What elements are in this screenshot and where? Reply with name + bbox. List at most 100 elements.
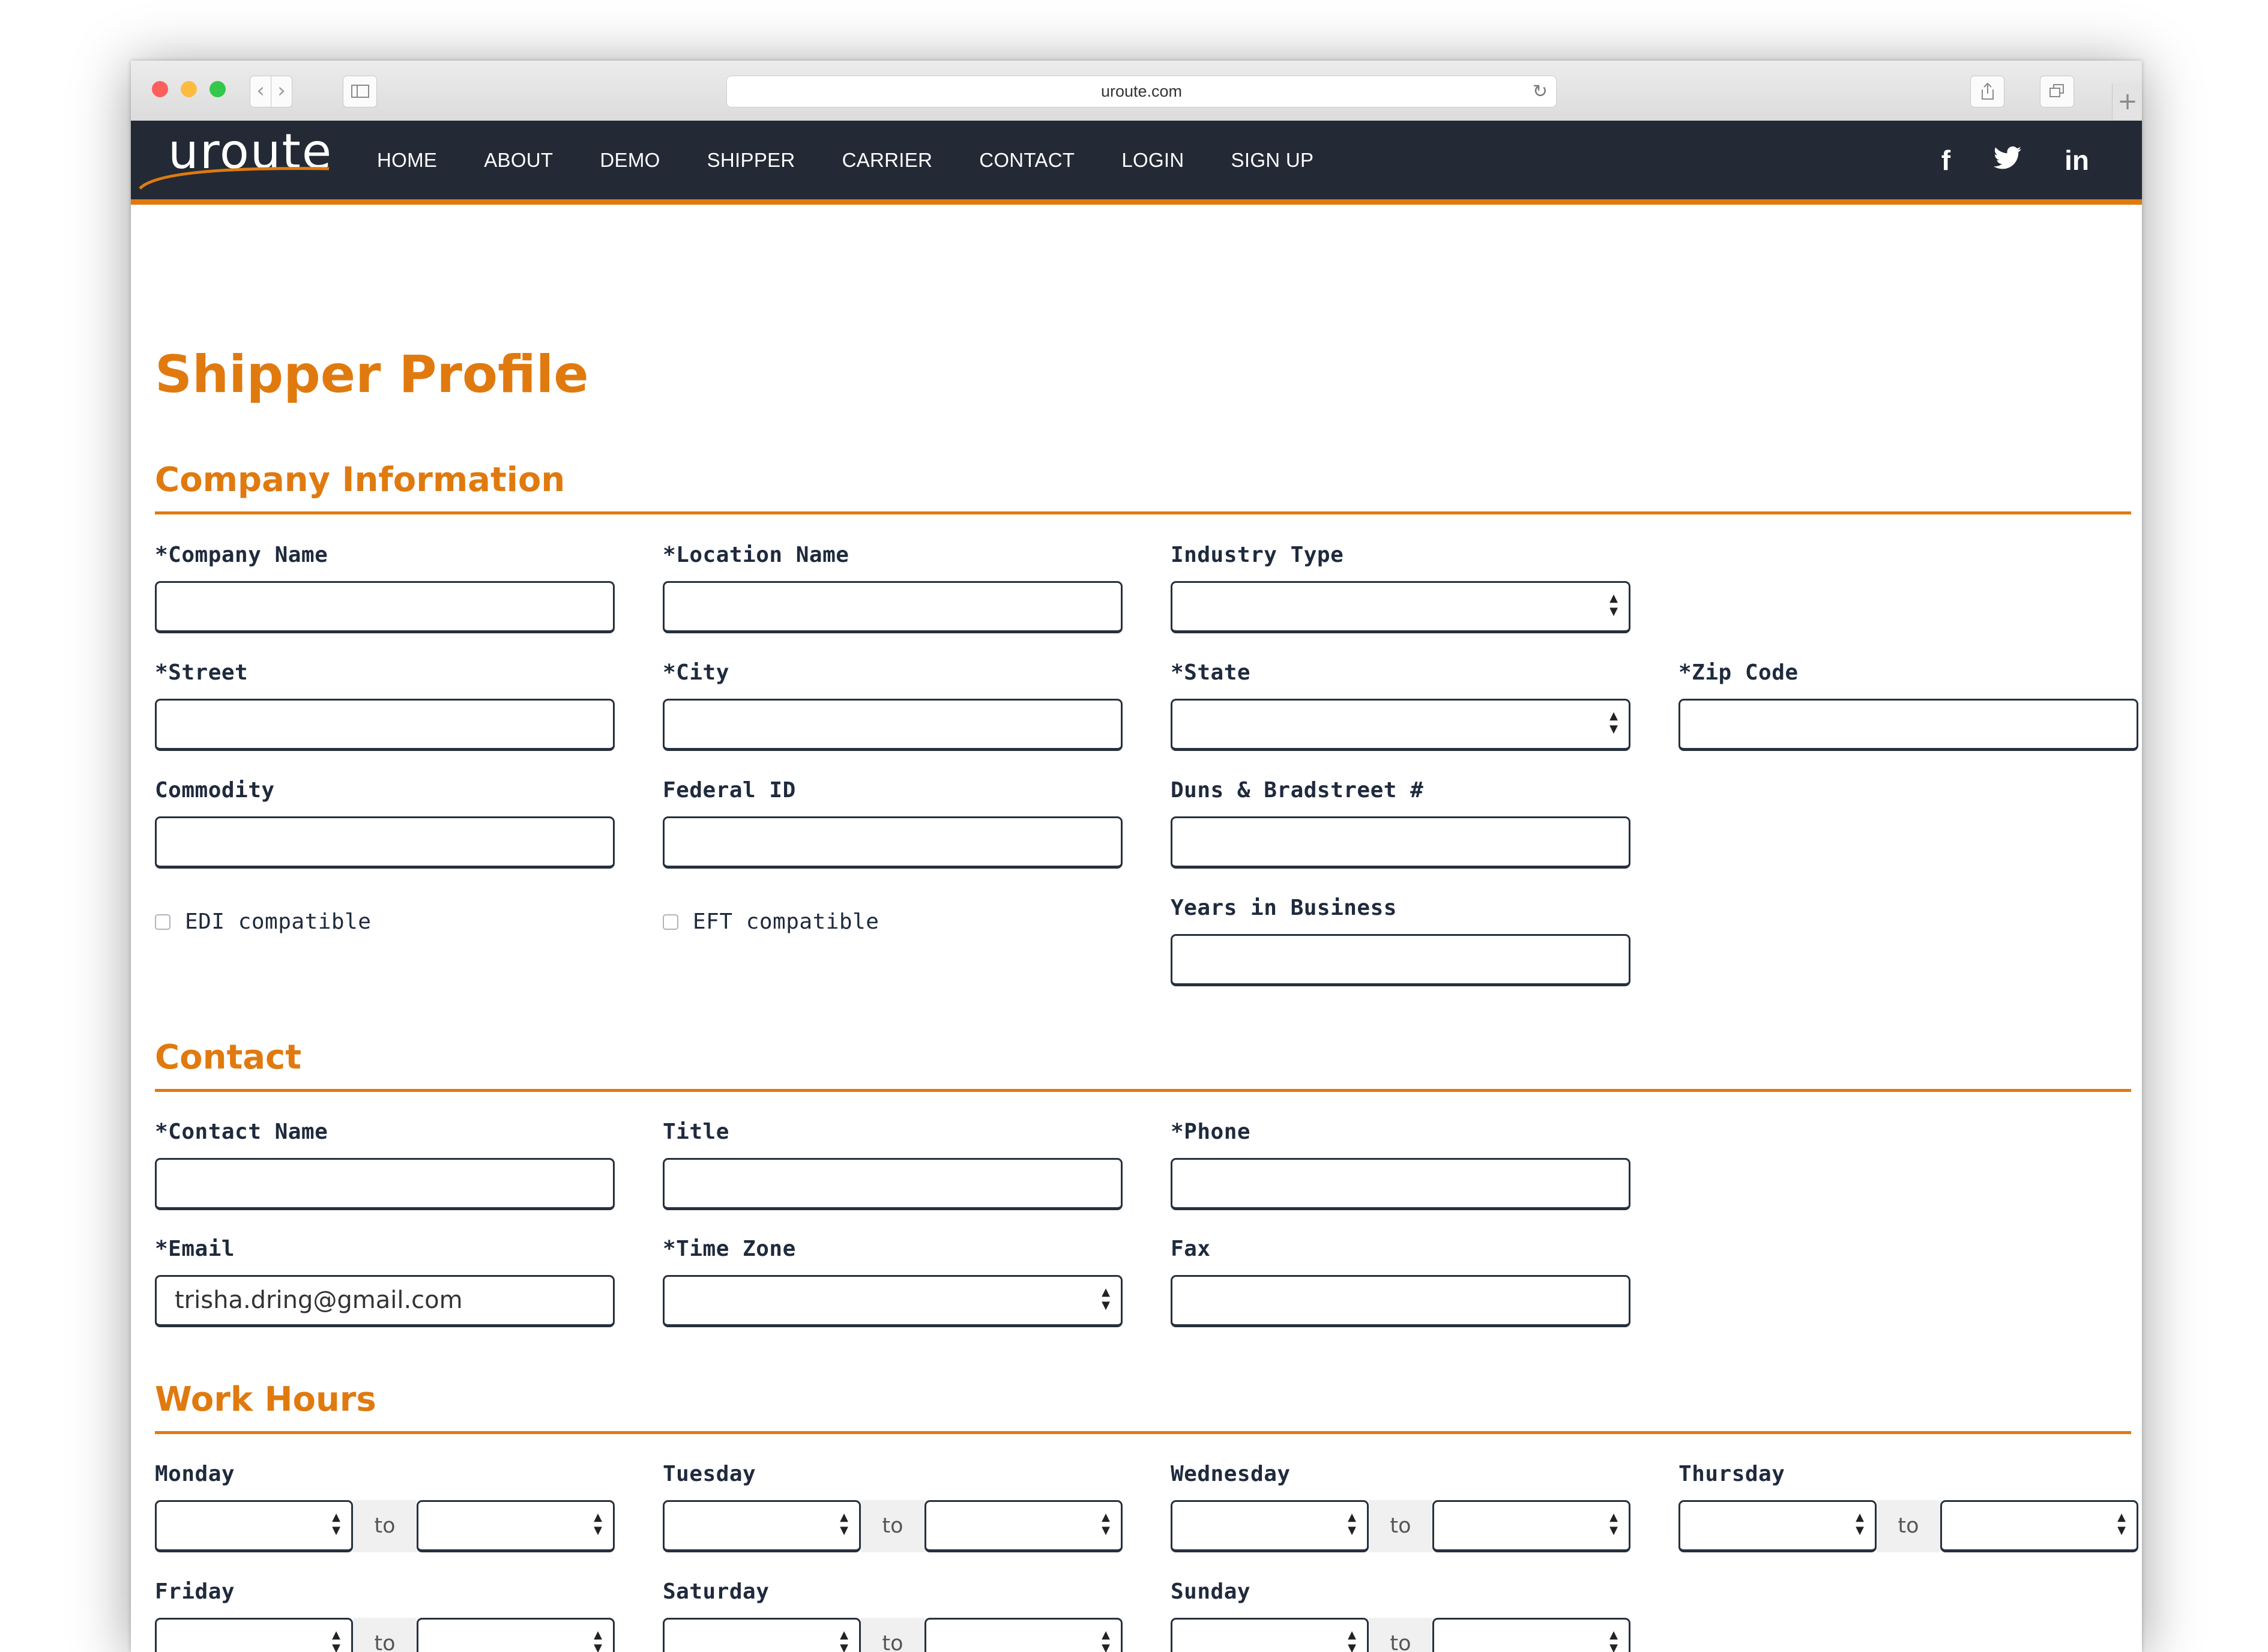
federal-id-input[interactable] xyxy=(663,816,1123,869)
commodity-input[interactable] xyxy=(155,816,615,869)
reload-icon[interactable]: ↻ xyxy=(1533,76,1548,107)
zip-code-input[interactable] xyxy=(1678,699,2138,751)
browser-toolbar: ‹ › uroute.com ↻ + xyxy=(131,61,2142,121)
thursday-end-select[interactable]: ▲ ▼ xyxy=(1940,1500,2138,1552)
edi-compatible-checkbox[interactable]: EDI compatible xyxy=(155,909,371,934)
page-title: Shipper Profile xyxy=(155,345,589,405)
years-in-business-label: Years in Business xyxy=(1171,896,1397,920)
time-zone-label: *Time Zone xyxy=(663,1237,796,1261)
saturday-start-select[interactable]: ▲ ▼ xyxy=(663,1618,861,1652)
state-field: *State ▲ ▼ xyxy=(1171,660,1630,751)
day-label: Saturday xyxy=(663,1579,770,1604)
tuesday-start-select[interactable]: ▲ ▼ xyxy=(663,1500,861,1552)
main-nav: HOME ABOUT DEMO SHIPPER CARRIER CONTACT … xyxy=(377,121,1360,199)
sidebar-button[interactable] xyxy=(343,76,377,107)
select-arrows-icon: ▲ ▼ xyxy=(1102,1629,1110,1652)
state-label: *State xyxy=(1171,660,1251,685)
new-tab-button[interactable]: + xyxy=(2112,83,2142,119)
phone-input[interactable] xyxy=(1171,1158,1630,1210)
industry-type-select[interactable]: ▲ ▼ xyxy=(1171,581,1630,633)
site-navbar: uroute HOME ABOUT DEMO SHIPPER CARRIER C… xyxy=(131,121,2142,205)
nav-about[interactable]: ABOUT xyxy=(484,149,553,172)
select-arrows-icon: ▲ ▼ xyxy=(840,1511,848,1537)
nav-home[interactable]: HOME xyxy=(377,149,437,172)
select-arrows-icon: ▲ ▼ xyxy=(1856,1511,1864,1537)
time-zone-select[interactable]: ▲ ▼ xyxy=(663,1275,1123,1327)
years-in-business-input[interactable] xyxy=(1171,934,1630,986)
select-arrows-icon: ▲ ▼ xyxy=(1609,592,1618,618)
contact-name-input[interactable] xyxy=(155,1158,615,1210)
select-arrows-icon: ▲ ▼ xyxy=(840,1629,848,1652)
location-name-label: *Location Name xyxy=(663,543,849,567)
nav-carrier[interactable]: CARRIER xyxy=(842,149,933,172)
federal-id-field: Federal ID xyxy=(663,777,1123,869)
select-arrows-icon: ▲ ▼ xyxy=(1348,1511,1356,1537)
sunday-start-select[interactable]: ▲ ▼ xyxy=(1171,1618,1369,1652)
back-button[interactable]: ‹ xyxy=(250,76,271,107)
close-window-button[interactable] xyxy=(152,81,168,97)
share-button[interactable] xyxy=(1970,76,2004,107)
wednesday-end-select[interactable]: ▲ ▼ xyxy=(1432,1500,1630,1552)
day-label: Sunday xyxy=(1171,1579,1251,1604)
contact-name-field: *Contact Name xyxy=(155,1119,615,1210)
tuesday-hours: Tuesday ▲ ▼ to ▲ ▼ xyxy=(663,1461,1123,1552)
eft-checkbox-box[interactable] xyxy=(663,914,678,930)
zoom-window-button[interactable] xyxy=(210,81,226,97)
to-separator: to xyxy=(1369,1500,1432,1552)
eft-compatible-checkbox[interactable]: EFT compatible xyxy=(663,909,879,934)
nav-demo[interactable]: DEMO xyxy=(600,149,660,172)
saturday-end-select[interactable]: ▲ ▼ xyxy=(924,1618,1123,1652)
city-label: *City xyxy=(663,660,729,685)
time-zone-field: *Time Zone ▲ ▼ xyxy=(663,1236,1123,1327)
fax-field: Fax xyxy=(1171,1236,1630,1327)
minimize-window-button[interactable] xyxy=(181,81,197,97)
browser-window: ‹ › uroute.com ↻ + uroute HOME ABOUT DEM… xyxy=(131,61,2142,1652)
fax-input[interactable] xyxy=(1171,1275,1630,1327)
tabs-overview-button[interactable] xyxy=(2040,76,2074,107)
email-input[interactable]: trisha.dring@gmail.com xyxy=(155,1275,615,1327)
sunday-hours: Sunday ▲ ▼ to ▲ ▼ xyxy=(1171,1579,1630,1652)
select-arrows-icon: ▲ ▼ xyxy=(332,1511,340,1537)
city-input[interactable] xyxy=(663,699,1123,751)
nav-sign-up[interactable]: SIGN UP xyxy=(1231,149,1314,172)
monday-end-select[interactable]: ▲ ▼ xyxy=(417,1500,615,1552)
contact-name-label: *Contact Name xyxy=(155,1120,328,1144)
company-name-input[interactable] xyxy=(155,581,615,633)
friday-start-select[interactable]: ▲ ▼ xyxy=(155,1618,353,1652)
friday-end-select[interactable]: ▲ ▼ xyxy=(417,1618,615,1652)
linkedin-icon[interactable]: in xyxy=(2064,144,2089,176)
select-arrows-icon: ▲ ▼ xyxy=(594,1511,602,1537)
twitter-icon[interactable] xyxy=(1994,144,2022,176)
nav-login[interactable]: LOGIN xyxy=(1121,149,1184,172)
address-bar[interactable]: uroute.com ↻ xyxy=(726,76,1557,107)
facebook-icon[interactable]: f xyxy=(1941,144,1950,176)
monday-start-select[interactable]: ▲ ▼ xyxy=(155,1500,353,1552)
nav-contact[interactable]: CONTACT xyxy=(979,149,1075,172)
email-field: *Email trisha.dring@gmail.com xyxy=(155,1236,615,1327)
day-label: Wednesday xyxy=(1171,1462,1291,1486)
sunday-end-select[interactable]: ▲ ▼ xyxy=(1432,1618,1630,1652)
thursday-start-select[interactable]: ▲ ▼ xyxy=(1678,1500,1877,1552)
title-field: Title xyxy=(663,1119,1123,1210)
street-input[interactable] xyxy=(155,699,615,751)
email-label: *Email xyxy=(155,1237,235,1261)
nav-shipper[interactable]: SHIPPER xyxy=(707,149,795,172)
commodity-label: Commodity xyxy=(155,778,275,803)
chevron-left-icon: ‹ xyxy=(256,79,265,103)
select-arrows-icon: ▲ ▼ xyxy=(1609,1629,1618,1652)
forward-button[interactable]: › xyxy=(271,76,292,107)
sidebar-icon xyxy=(351,85,369,98)
tuesday-end-select[interactable]: ▲ ▼ xyxy=(924,1500,1123,1552)
select-arrows-icon: ▲ ▼ xyxy=(1102,1511,1110,1537)
duns-field: Duns & Bradstreet # xyxy=(1171,777,1630,869)
title-input[interactable] xyxy=(663,1158,1123,1210)
wednesday-hours: Wednesday ▲ ▼ to ▲ ▼ xyxy=(1171,1461,1630,1552)
state-select[interactable]: ▲ ▼ xyxy=(1171,699,1630,751)
edi-checkbox-box[interactable] xyxy=(155,914,170,930)
contact-heading: Contact xyxy=(155,1041,2131,1092)
duns-input[interactable] xyxy=(1171,816,1630,869)
day-label: Friday xyxy=(155,1579,235,1604)
phone-label: *Phone xyxy=(1171,1120,1251,1144)
location-name-input[interactable] xyxy=(663,581,1123,633)
wednesday-start-select[interactable]: ▲ ▼ xyxy=(1171,1500,1369,1552)
